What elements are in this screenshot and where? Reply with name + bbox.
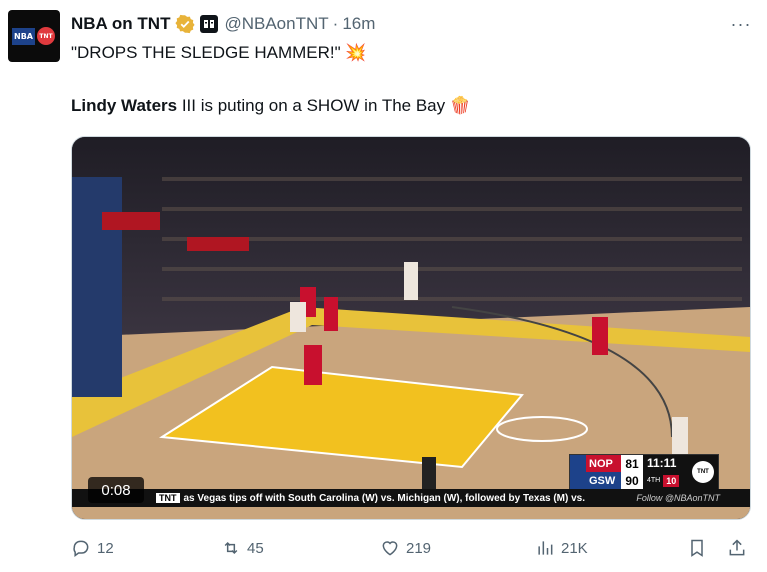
view-count: 21K <box>561 539 588 557</box>
views-button[interactable]: 21K <box>535 536 588 560</box>
video-player[interactable]: NOP 81 GSW 90 11:11 4TH 10 TNT TNT as Vegas… <box>71 136 751 520</box>
ticker-text: as Vegas tips off with South Carolina (W… <box>183 492 586 504</box>
repost-icon <box>224 541 238 555</box>
reply-count: 12 <box>97 539 114 557</box>
video-duration: 0:08 <box>88 477 144 503</box>
player-name-text: Lindy Waters <box>71 96 178 115</box>
author-handle[interactable]: @NBAonTNT <box>224 14 328 34</box>
tnt-logo-text: TNT <box>36 27 55 45</box>
more-options-icon[interactable]: ··· <box>729 12 753 36</box>
team-2-name: GSW <box>586 472 621 489</box>
bookmark-icon <box>691 539 703 557</box>
affiliate-badge-icon[interactable] <box>200 15 219 33</box>
tnt-sports-logo: TNT <box>692 461 714 483</box>
bleacher-report-icon <box>204 20 215 28</box>
tweet-text-line-2: Lindy Waters III is puting on a SHOW in … <box>71 96 471 116</box>
scoreboard: NOP 81 GSW 90 11:11 4TH 10 TNT <box>569 454 719 490</box>
repost-count: 45 <box>247 539 264 557</box>
like-count: 219 <box>406 539 432 557</box>
nba-tnt-logo: NBA TNT <box>12 24 56 48</box>
team-2-score: 90 <box>621 472 643 489</box>
team-1-score: 81 <box>621 455 643 472</box>
ticker-tnt-label: TNT <box>156 493 180 503</box>
shot-clock: 10 <box>663 474 680 487</box>
share-button[interactable] <box>727 536 753 560</box>
heart-icon <box>382 541 398 556</box>
tweet-actions: 12 45 219 21K <box>71 536 751 560</box>
nba-logo-icon <box>570 455 586 489</box>
bookmark-button[interactable] <box>687 536 713 560</box>
team-1-name: NOP <box>586 455 621 472</box>
game-clock: 11:11 <box>647 456 677 470</box>
verified-badge-icon <box>175 14 196 34</box>
separator-dot: · <box>332 14 339 33</box>
timestamp[interactable]: 16m <box>342 14 375 34</box>
avatar[interactable]: NBA TNT <box>8 10 60 62</box>
ticker-follow-text: Follow @NBAonTNT <box>636 493 720 503</box>
news-ticker: TNT as Vegas tips off with South Carolin… <box>72 489 750 507</box>
nba-logo-text: NBA <box>12 27 35 45</box>
reply-button[interactable]: 12 <box>71 536 114 560</box>
like-button[interactable]: 219 <box>380 536 431 560</box>
reply-icon <box>73 540 89 557</box>
repost-button[interactable]: 45 <box>221 536 264 560</box>
tweet-text-line-1: "DROPS THE SLEDGE HAMMER!" 💥 <box>71 43 367 62</box>
author-name[interactable]: NBA on TNT <box>71 14 170 34</box>
share-icon <box>729 539 745 556</box>
tweet-text-rest: III is puting on a SHOW in The Bay 🍿 <box>177 96 472 115</box>
tweet-header: NBA on TNT @NBAonTNT · 16m ··· <box>71 12 753 36</box>
quarter: 4TH <box>647 477 661 484</box>
analytics-icon <box>538 541 553 555</box>
